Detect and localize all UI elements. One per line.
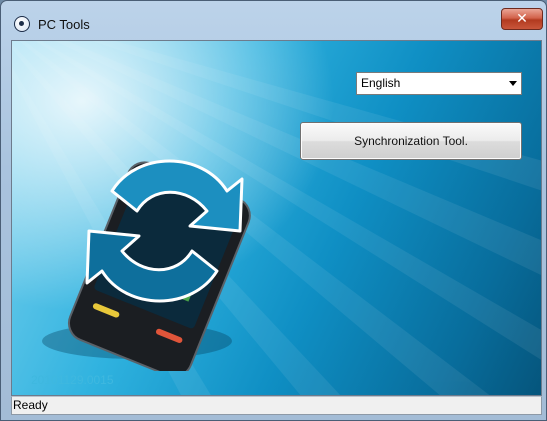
window-title: PC Tools (38, 17, 90, 32)
language-selected-value: English (361, 76, 401, 90)
language-dropdown[interactable]: English (356, 72, 522, 95)
title-bar[interactable]: PC Tools ✕ (1, 1, 546, 39)
close-button[interactable]: ✕ (501, 8, 543, 30)
app-window: PC Tools ✕ 20101129.0015 English Synchro… (0, 0, 547, 421)
chevron-down-icon (509, 81, 517, 86)
status-bar: Ready (11, 396, 542, 415)
app-icon[interactable] (14, 16, 30, 32)
status-text: Ready (13, 398, 48, 412)
close-icon: ✕ (516, 11, 528, 27)
phone-sync-illustration (42, 159, 251, 371)
main-panel: 20101129.0015 English Synchronization To… (11, 40, 542, 396)
synchronization-tool-button[interactable]: Synchronization Tool. (300, 122, 522, 160)
build-version-label: 20101129.0015 (31, 373, 114, 387)
